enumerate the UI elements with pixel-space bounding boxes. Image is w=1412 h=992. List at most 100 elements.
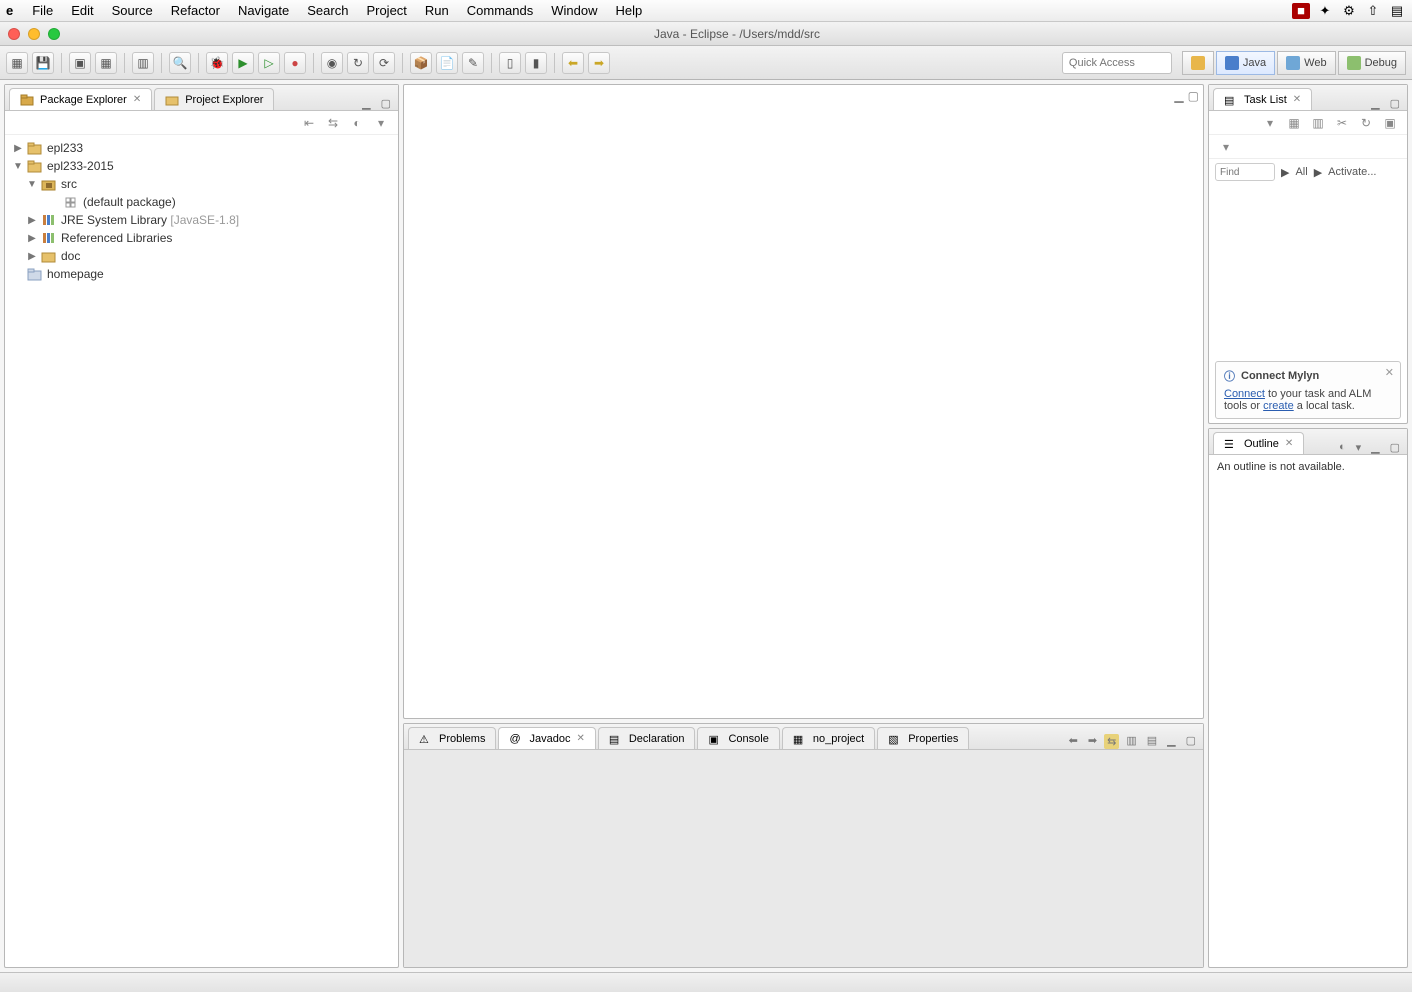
toolbar-btn-4[interactable]: ▦	[95, 52, 117, 74]
task-list-body[interactable]	[1209, 185, 1407, 357]
editor-area[interactable]: ▁ ▢	[403, 84, 1204, 719]
link-icon[interactable]: ⇆	[1104, 734, 1119, 749]
toolbar-btn-15[interactable]: ✎	[462, 52, 484, 74]
close-icon[interactable]: ✕	[1293, 94, 1301, 105]
new-task-icon[interactable]: ▾	[1261, 114, 1279, 132]
project-node[interactable]: homepage	[5, 265, 398, 283]
menu-run[interactable]: Run	[425, 3, 449, 18]
toolbar-icon[interactable]: ▥	[1123, 734, 1139, 749]
collapse-icon[interactable]: ▼	[27, 179, 37, 190]
toolbar-btn-17[interactable]: ▮	[525, 52, 547, 74]
tab-outline[interactable]: ☰ Outline ✕	[1213, 432, 1304, 454]
menu-navigate[interactable]: Navigate	[238, 3, 289, 18]
expand-icon[interactable]: ▶	[27, 215, 37, 226]
create-link[interactable]: create	[1263, 400, 1294, 412]
maximize-view-icon[interactable]: ▢	[1387, 441, 1403, 454]
play-icon[interactable]: ▶	[1281, 166, 1289, 179]
maximize-view-icon[interactable]: ▢	[378, 97, 394, 110]
new-package-button[interactable]: 📦	[410, 52, 432, 74]
project-node[interactable]: ▶ epl233	[5, 139, 398, 157]
perspective-java[interactable]: Java	[1216, 51, 1275, 75]
tab-package-explorer[interactable]: Package Explorer ✕	[9, 88, 152, 110]
status-icon-1[interactable]: ■	[1292, 3, 1310, 19]
new-button[interactable]: ▦	[6, 52, 28, 74]
maximize-editor-icon[interactable]: ▢	[1188, 89, 1199, 103]
tab-task-list[interactable]: ▤ Task List ✕	[1213, 88, 1312, 110]
minimize-view-icon[interactable]: ▁	[359, 97, 373, 110]
menu-search[interactable]: Search	[307, 3, 348, 18]
zoom-window-button[interactable]	[48, 28, 60, 40]
toolbar-btn-5[interactable]: ▥	[132, 52, 154, 74]
toolbar-btn-16[interactable]: ▯	[499, 52, 521, 74]
expand-icon[interactable]: ▶	[27, 251, 37, 262]
expand-icon[interactable]: ▶	[27, 233, 37, 244]
run-button[interactable]: ▶	[232, 52, 254, 74]
close-icon[interactable]: ✕	[576, 733, 584, 744]
tab-properties[interactable]: ▧Properties	[877, 727, 969, 749]
package-explorer-tree[interactable]: ▶ epl233 ▼ epl233-2015 ▼ src (default pa…	[5, 135, 398, 967]
menu-edit[interactable]: Edit	[71, 3, 93, 18]
source-folder-node[interactable]: ▼ src	[5, 175, 398, 193]
play-icon[interactable]: ▶	[1314, 166, 1322, 179]
expand-icon[interactable]: ▶	[13, 143, 23, 154]
debug-button[interactable]: 🐞	[206, 52, 228, 74]
open-perspective-button[interactable]	[1182, 51, 1214, 75]
focus-task-icon[interactable]: ◐	[348, 114, 366, 132]
project-node[interactable]: ▼ epl233-2015	[5, 157, 398, 175]
library-node[interactable]: ▶ Referenced Libraries	[5, 229, 398, 247]
toolbar-btn-12[interactable]: ⟳	[373, 52, 395, 74]
back-button[interactable]: ⬅	[562, 52, 584, 74]
forward-button[interactable]: ➡	[588, 52, 610, 74]
close-icon[interactable]: ✕	[1285, 438, 1293, 449]
search-button[interactable]: 🔍	[169, 52, 191, 74]
menu-file[interactable]: File	[32, 3, 53, 18]
run-last-button[interactable]: ▷	[258, 52, 280, 74]
minimize-editor-icon[interactable]: ▁	[1174, 89, 1183, 103]
minimize-view-icon[interactable]: ▁	[1368, 441, 1382, 454]
schedule-icon[interactable]: ▥	[1309, 114, 1327, 132]
perspective-web[interactable]: Web	[1277, 51, 1335, 75]
status-icon-3[interactable]: ⚙	[1340, 3, 1358, 19]
quick-access-input[interactable]	[1062, 52, 1172, 74]
perspective-debug[interactable]: Debug	[1338, 51, 1406, 75]
tab-declaration[interactable]: ▤Declaration	[598, 727, 696, 749]
status-icon-2[interactable]: ✦	[1316, 3, 1334, 19]
folder-node[interactable]: ▶ doc	[5, 247, 398, 265]
menu-source[interactable]: Source	[112, 3, 153, 18]
collapse-icon[interactable]: ▣	[1381, 114, 1399, 132]
toolbar-btn-10[interactable]: ◉	[321, 52, 343, 74]
menu-help[interactable]: Help	[616, 3, 643, 18]
tab-project-explorer[interactable]: Project Explorer	[154, 88, 274, 110]
connect-link[interactable]: Connect	[1224, 388, 1265, 400]
nav-fwd-icon[interactable]: ➡	[1085, 734, 1100, 749]
view-menu-icon[interactable]: ▾	[372, 114, 390, 132]
new-console-icon[interactable]: ▤	[1144, 734, 1160, 749]
save-button[interactable]: 💾	[32, 52, 54, 74]
collapse-all-icon[interactable]: ⇤	[300, 114, 318, 132]
package-node[interactable]: (default package)	[5, 193, 398, 211]
minimize-view-icon[interactable]: ▁	[1164, 734, 1178, 749]
nav-back-icon[interactable]: ⬅	[1066, 734, 1081, 749]
minimize-view-icon[interactable]: ▁	[1368, 97, 1382, 110]
sync-icon[interactable]: ↻	[1357, 114, 1375, 132]
maximize-view-icon[interactable]: ▢	[1387, 97, 1403, 110]
focus-outline-icon[interactable]: ◐	[1336, 441, 1349, 454]
chevron-down-icon[interactable]: ▾	[1217, 138, 1235, 156]
toolbar-btn-3[interactable]: ▣	[69, 52, 91, 74]
categorize-icon[interactable]: ▦	[1285, 114, 1303, 132]
menu-commands[interactable]: Commands	[467, 3, 533, 18]
view-menu-icon[interactable]: ▾	[1353, 441, 1365, 454]
menu-project[interactable]: Project	[366, 3, 406, 18]
close-icon[interactable]: ✕	[133, 94, 141, 105]
library-node[interactable]: ▶ JRE System Library [JavaSE-1.8]	[5, 211, 398, 229]
link-editor-icon[interactable]: ⇆	[324, 114, 342, 132]
close-window-button[interactable]	[8, 28, 20, 40]
menu-window[interactable]: Window	[551, 3, 597, 18]
tab-javadoc[interactable]: @Javadoc✕	[498, 727, 595, 749]
close-icon[interactable]: ✕	[1385, 366, 1394, 379]
toolbar-btn-11[interactable]: ↻	[347, 52, 369, 74]
menu-refactor[interactable]: Refactor	[171, 3, 220, 18]
tab-no-project[interactable]: ▦no_project	[782, 727, 875, 749]
tab-console[interactable]: ▣Console	[697, 727, 779, 749]
status-icon-5[interactable]: ▤	[1388, 3, 1406, 19]
